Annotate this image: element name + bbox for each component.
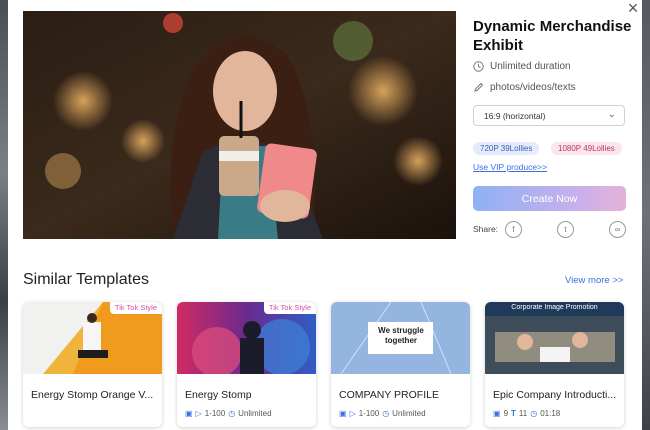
link-icon[interactable]: ∞ — [609, 221, 626, 238]
image-icon: ▣ — [493, 409, 501, 418]
media-text: photos/videos/texts — [490, 82, 576, 93]
card-title: Energy Stomp — [185, 389, 252, 401]
card-title: Energy Stomp Orange V... — [31, 389, 154, 401]
aspect-ratio-select[interactable]: 16:9 (horizontal) ⌄ — [473, 105, 625, 126]
card-meta: ▣ ▷ 1-100 ◷ Unlimited — [339, 409, 426, 418]
thumbnail-overlay-text: We struggle together — [378, 326, 424, 345]
image-count: 9 — [503, 409, 509, 418]
template-card[interactable]: Tik Tok Style Energy Stomp Orange V... — [23, 302, 162, 427]
card-title: COMPANY PROFILE — [339, 389, 439, 401]
duration: 01:18 — [540, 409, 561, 418]
clock-icon: ◷ — [382, 409, 390, 418]
video-icon: ▷ — [195, 409, 202, 418]
template-card[interactable]: Corporate Image Promotion Epic Company I… — [485, 302, 624, 427]
template-modal: × Dynamic Merchandise Exhibit Unlimited … — [8, 0, 642, 430]
twitter-icon[interactable]: t — [557, 221, 574, 238]
card-thumbnail: Tik Tok Style — [23, 302, 162, 374]
template-card[interactable]: Tik Tok Style Energy Stomp ▣ ▷ 1-100 ◷ U… — [177, 302, 316, 427]
tiktok-style-tag: Tik Tok Style — [109, 302, 162, 314]
price-badge-1080p[interactable]: 1080P 49Lollies — [551, 142, 622, 155]
image-icon: ▣ — [185, 409, 193, 418]
item-count: 1-100 — [358, 409, 380, 418]
duration-text: Unlimited duration — [490, 61, 571, 72]
clock-icon: ◷ — [530, 409, 538, 418]
template-title: Dynamic Merchandise Exhibit — [473, 18, 632, 54]
text-count: 11 — [518, 409, 528, 418]
aspect-ratio-value: 16:9 (horizontal) — [484, 110, 546, 121]
vip-produce-link[interactable]: Use VIP produce>> — [473, 162, 547, 172]
template-card[interactable]: We struggle together COMPANY PROFILE ▣ ▷… — [331, 302, 470, 427]
chevron-down-icon: ⌄ — [607, 109, 616, 120]
clock-icon — [473, 61, 484, 72]
duration: Unlimited — [392, 409, 426, 418]
price-badge-720p[interactable]: 720P 39Lollies — [473, 142, 540, 155]
media-row: photos/videos/texts — [473, 82, 576, 93]
backdrop-left — [0, 0, 8, 430]
card-title: Epic Company Introducti... — [493, 389, 617, 401]
view-more-link[interactable]: View more >> — [565, 275, 623, 286]
video-icon: ▷ — [349, 409, 356, 418]
card-thumbnail: Corporate Image Promotion — [485, 302, 624, 374]
pencil-icon — [474, 82, 484, 92]
create-now-button[interactable]: Create Now — [473, 186, 626, 211]
template-preview-image[interactable] — [23, 11, 456, 239]
duration: Unlimited — [238, 409, 272, 418]
image-icon: ▣ — [339, 409, 347, 418]
item-count: 1-100 — [204, 409, 226, 418]
card-thumbnail: Tik Tok Style — [177, 302, 316, 374]
facebook-icon[interactable]: f — [505, 221, 522, 238]
clock-icon: ◷ — [228, 409, 236, 418]
thumbnail-banner-text: Corporate Image Promotion — [511, 304, 598, 311]
card-meta: ▣ ▷ 1-100 ◷ Unlimited — [185, 409, 272, 418]
card-thumbnail: We struggle together — [331, 302, 470, 374]
share-label: Share: — [473, 224, 499, 234]
text-icon: T — [511, 409, 516, 418]
similar-templates-heading: Similar Templates — [23, 271, 149, 288]
duration-row: Unlimited duration — [473, 61, 571, 72]
tiktok-style-tag: Tik Tok Style — [263, 302, 316, 314]
backdrop-right — [642, 0, 650, 430]
card-meta: ▣ 9 T 11 ◷ 01:18 — [493, 409, 560, 418]
close-icon[interactable]: × — [623, 0, 642, 18]
